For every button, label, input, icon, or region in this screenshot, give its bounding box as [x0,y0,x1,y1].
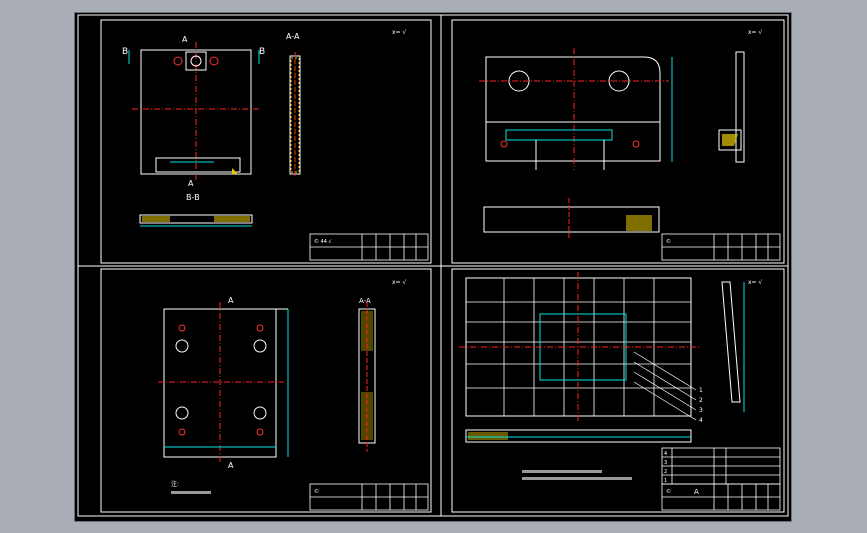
bom-row-2: 2 [664,469,667,475]
roughness-symbol: x= √ [392,29,406,36]
sheet-bottom-right: 1 2 3 4 4 3 2 1 © A x= √ [459,272,781,511]
sheet-bottom-left: A A A-A 注: © x= √ [158,279,429,511]
section-label-b-left: B [122,47,128,57]
section-label-a-top: A [182,35,188,44]
title-block-text: © [666,488,671,495]
view-label-bb: B-B [186,193,200,202]
title-block-code: A [694,488,699,496]
sheet-bottom-left-border [100,268,432,513]
title-block-bottom-right [661,483,781,511]
title-block-top-left [309,233,429,261]
section-label-b-right: B [259,47,265,57]
sheet-borders [77,14,789,517]
view-label-aa: A-A [286,32,300,41]
sheet-top-right: © x= √ [479,29,781,261]
drawing-canvas[interactable]: B B A A A-A B-B © 44 √ x= √ © x= √ A A A… [74,12,792,522]
title-block-text: © [314,488,319,495]
balloon-4: 4 [699,417,703,424]
sheet-top-left-border [100,19,432,264]
title-block-bottom-left [309,483,429,511]
note-title: 注: [171,480,179,488]
view-label-aa: A-A [359,297,371,305]
balloon-1: 1 [699,387,703,394]
balloon-2: 2 [699,397,703,404]
section-label-a-bottom: A [228,461,234,470]
cad-drawing: B B A A A-A B-B © 44 √ x= √ © x= √ A A A… [77,14,789,517]
title-block-text: © [666,238,671,245]
balloon-3: 3 [699,407,703,414]
bom-table [661,447,781,485]
section-label-a-bottom: A [188,179,194,188]
section-label-a-top: A [228,296,234,305]
roughness-symbol: x= √ [392,279,406,286]
title-block-top-right [661,233,781,261]
roughness-symbol: x= √ [748,279,762,286]
bom-row-3: 3 [664,460,667,466]
bom-row-4: 4 [664,451,667,457]
sheet-top-left: B B A A A-A B-B © 44 √ x= √ [122,29,429,261]
title-block-text: © 44 √ [314,238,333,245]
bom-row-1: 1 [664,478,667,484]
sheet-bottom-right-border [451,268,785,513]
roughness-symbol: x= √ [748,29,762,36]
